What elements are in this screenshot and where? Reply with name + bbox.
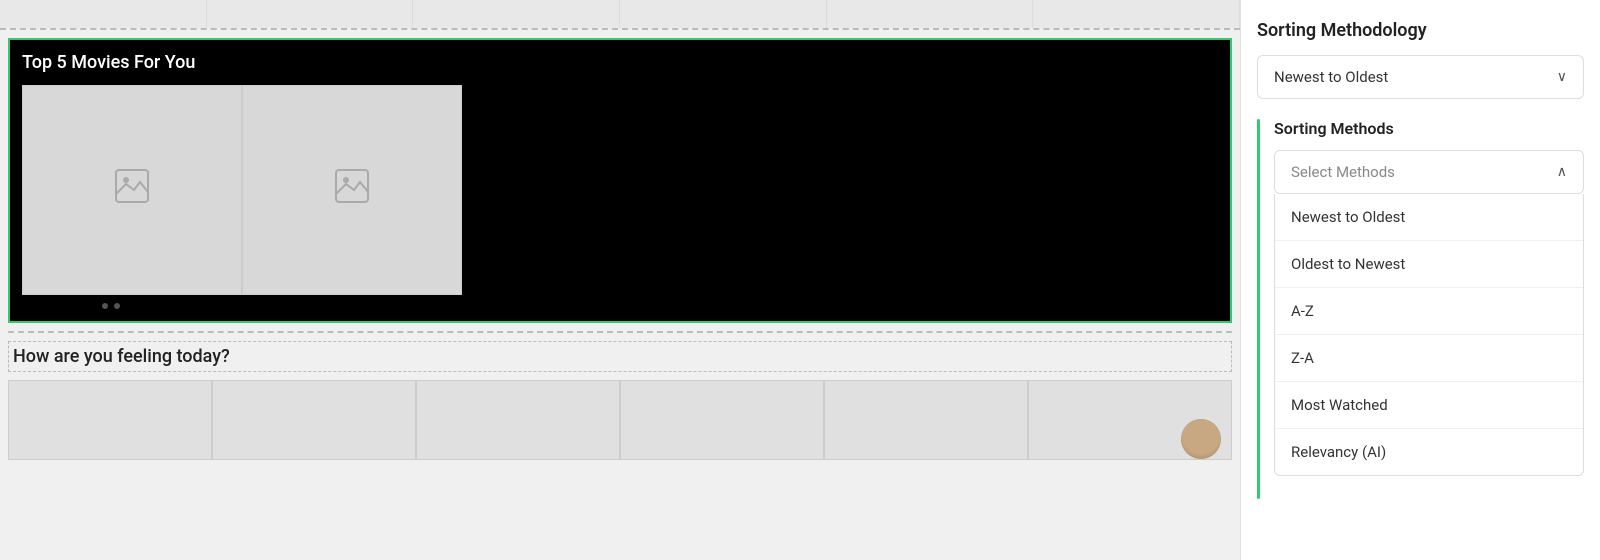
feeling-thumbnail[interactable]: [824, 380, 1028, 460]
sorting-methods-section: Sorting Methods Select Methods ∧ Newest …: [1257, 119, 1584, 499]
carousel-dots: [22, 303, 1218, 309]
image-placeholder-icon: [334, 168, 370, 212]
top-strip-item: [1033, 0, 1240, 28]
top-thumbnail-strip: [0, 0, 1240, 30]
top-strip-item: [827, 0, 1034, 28]
sort-option-newest-to-oldest[interactable]: Newest to Oldest: [1275, 194, 1583, 241]
sidebar: Sorting Methodology Newest to Oldest ∨ S…: [1240, 0, 1600, 560]
top5-movies-section: Top 5 Movies For You: [8, 38, 1232, 323]
sort-option-most-watched[interactable]: Most Watched: [1275, 382, 1583, 429]
movie-thumbnail[interactable]: [242, 85, 462, 295]
feeling-thumbnail[interactable]: [620, 380, 824, 460]
select-methods-dropdown[interactable]: Select Methods ∧: [1274, 150, 1584, 194]
green-accent-bar: [1257, 119, 1260, 499]
movie-thumbnail[interactable]: [22, 85, 242, 295]
top-strip-item: [413, 0, 620, 28]
chevron-down-icon: ∨: [1557, 69, 1567, 85]
feeling-thumbnails-row: [8, 380, 1232, 460]
feeling-thumbnail[interactable]: [416, 380, 620, 460]
carousel-dot[interactable]: [114, 303, 120, 309]
sort-option-oldest-to-newest[interactable]: Oldest to Newest: [1275, 241, 1583, 288]
select-methods-placeholder: Select Methods: [1291, 163, 1395, 181]
sorting-methodology-value: Newest to Oldest: [1274, 68, 1388, 86]
movies-thumbnails-row: [22, 85, 1218, 295]
main-content: Top 5 Movies For You: [0, 0, 1240, 560]
feeling-thumbnail[interactable]: [1028, 380, 1232, 460]
top-strip-item: [620, 0, 827, 28]
feeling-thumbnail[interactable]: [8, 380, 212, 460]
sort-option-a-z[interactable]: A-Z: [1275, 288, 1583, 335]
feeling-section-title: How are you feeling today?: [8, 341, 1232, 372]
top-strip-item: [207, 0, 414, 28]
sorting-methods-content: Sorting Methods Select Methods ∧ Newest …: [1274, 119, 1584, 476]
top-strip-item: [0, 0, 207, 28]
image-placeholder-icon: [114, 168, 150, 212]
sorting-methods-options-list: Newest to Oldest Oldest to Newest A-Z Z-…: [1274, 194, 1584, 476]
feeling-section: How are you feeling today?: [8, 331, 1232, 460]
feeling-thumbnail[interactable]: [212, 380, 416, 460]
movies-section-title: Top 5 Movies For You: [22, 52, 1218, 73]
sorting-methods-title: Sorting Methods: [1274, 119, 1584, 138]
avatar: [1181, 419, 1221, 459]
carousel-dot[interactable]: [102, 303, 108, 309]
sorting-methodology-dropdown[interactable]: Newest to Oldest ∨: [1257, 55, 1584, 99]
sort-option-relevancy-ai[interactable]: Relevancy (AI): [1275, 429, 1583, 475]
sort-option-z-a[interactable]: Z-A: [1275, 335, 1583, 382]
avatar-face: [1181, 419, 1221, 459]
chevron-up-icon: ∧: [1557, 164, 1567, 180]
sorting-methodology-title: Sorting Methodology: [1257, 20, 1584, 41]
